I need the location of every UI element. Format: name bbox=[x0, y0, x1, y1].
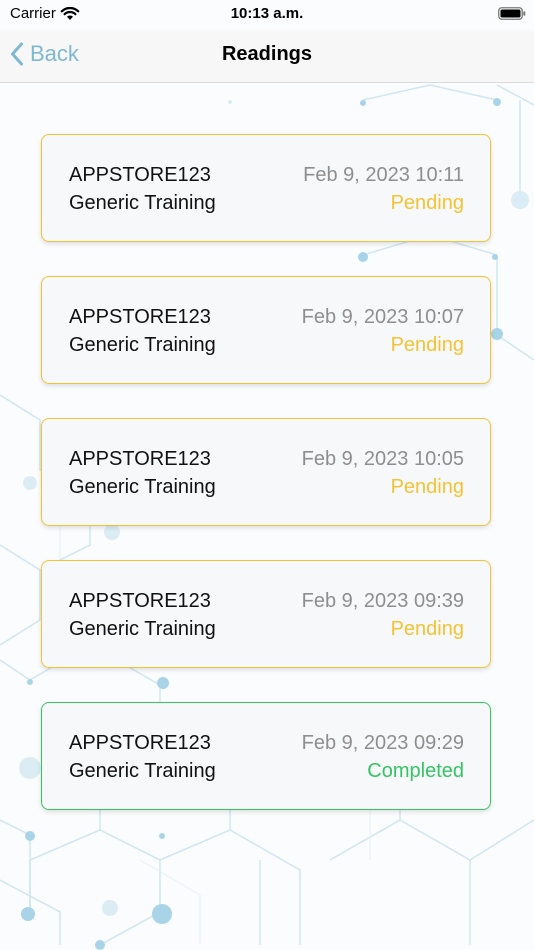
reading-card[interactable]: APPSTORE123 Generic Training Feb 9, 2023… bbox=[41, 702, 491, 810]
reading-date: Feb 9, 2023 09:39 bbox=[301, 590, 464, 612]
battery-icon bbox=[498, 7, 526, 20]
training-type: Generic Training bbox=[69, 334, 216, 356]
reading-card[interactable]: APPSTORE123 Generic Training Feb 9, 2023… bbox=[41, 134, 491, 242]
training-type: Generic Training bbox=[69, 618, 216, 640]
device-id: APPSTORE123 bbox=[69, 448, 211, 470]
navigation-bar: Back Readings bbox=[0, 30, 534, 83]
reading-date: Feb 9, 2023 10:11 bbox=[303, 164, 464, 186]
device-id: APPSTORE123 bbox=[69, 164, 211, 186]
training-type: Generic Training bbox=[69, 476, 216, 498]
training-type: Generic Training bbox=[69, 192, 216, 214]
reading-status: Completed bbox=[367, 760, 464, 782]
readings-screen: Carrier 10:13 a.m. Back Readings APPSTOR… bbox=[0, 0, 534, 950]
status-time: 10:13 a.m. bbox=[230, 5, 304, 22]
device-id: APPSTORE123 bbox=[69, 732, 211, 754]
reading-status: Pending bbox=[390, 618, 464, 640]
training-type: Generic Training bbox=[69, 760, 216, 782]
device-id: APPSTORE123 bbox=[69, 590, 211, 612]
reading-status: Pending bbox=[390, 476, 464, 498]
page-title: Readings bbox=[221, 43, 313, 65]
reading-card[interactable]: APPSTORE123 Generic Training Feb 9, 2023… bbox=[41, 418, 491, 526]
status-bar: Carrier 10:13 a.m. bbox=[0, 0, 534, 30]
reading-date: Feb 9, 2023 10:05 bbox=[301, 448, 464, 470]
device-id: APPSTORE123 bbox=[69, 306, 211, 328]
reading-status: Pending bbox=[390, 192, 464, 214]
reading-date: Feb 9, 2023 09:29 bbox=[301, 732, 464, 754]
reading-card[interactable]: APPSTORE123 Generic Training Feb 9, 2023… bbox=[41, 276, 491, 384]
reading-status: Pending bbox=[390, 334, 464, 356]
reading-date: Feb 9, 2023 10:07 bbox=[301, 306, 464, 328]
reading-card[interactable]: APPSTORE123 Generic Training Feb 9, 2023… bbox=[41, 560, 491, 668]
